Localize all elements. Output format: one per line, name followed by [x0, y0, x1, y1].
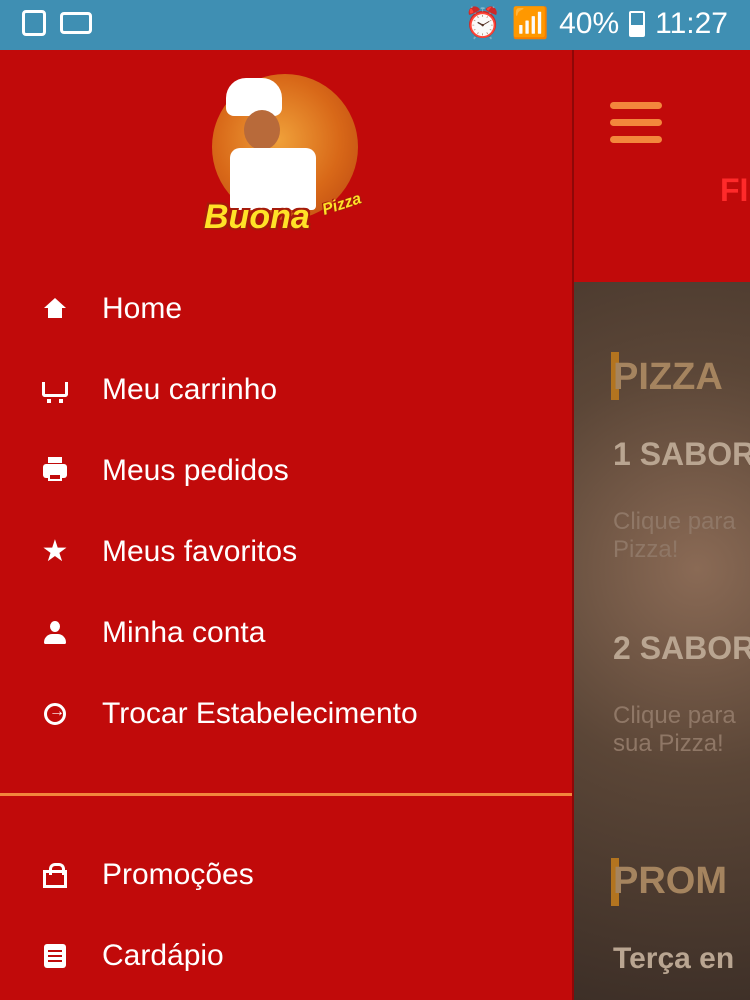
wifi-icon: 📶 — [511, 7, 550, 40]
menu-item-menu[interactable]: Cardápio — [0, 915, 572, 996]
menu-item-cart[interactable]: Meu carrinho — [0, 349, 572, 430]
battery-percent: 40% — [559, 6, 620, 40]
menu-item-label: Meu carrinho — [102, 372, 278, 406]
menu-item-account[interactable]: Minha conta — [0, 592, 572, 673]
section-title-promo: PROM — [613, 860, 727, 902]
menu-item-label: Meus favoritos — [102, 534, 298, 568]
alarm-icon: ⏰ — [464, 7, 502, 40]
hamburger-menu-icon[interactable] — [610, 102, 662, 146]
drawer-divider — [0, 793, 572, 796]
header-title: FI — [720, 172, 749, 208]
logo-text: Buona — [204, 198, 310, 236]
status-bar: ⏰ 📶 40% 11:27 — [0, 0, 750, 50]
option-1-desc: Clique para Pizza! — [613, 508, 736, 563]
bag-icon — [40, 860, 70, 890]
printer-icon — [40, 456, 70, 486]
person-icon — [40, 618, 70, 648]
menu-item-label: Promoções — [102, 857, 254, 891]
image-icon — [22, 10, 46, 36]
menu-item-label: Meus pedidos — [102, 453, 289, 487]
option-2-desc: Clique para sua Pizza! — [613, 702, 736, 757]
section-title-pizza: PIZZA — [613, 356, 723, 398]
exit-icon — [40, 699, 70, 729]
menu-item-switch-store[interactable]: Trocar Estabelecimento — [0, 673, 572, 754]
voicemail-icon — [60, 12, 92, 34]
promo-text: Terça en — [613, 942, 735, 975]
menu-card-icon — [40, 941, 70, 971]
navigation-drawer: Buona Pizza Home Meu carrinho Meus pedid… — [0, 50, 574, 1000]
menu-item-favorites[interactable]: ★ Meus favoritos — [0, 511, 572, 592]
star-icon: ★ — [41, 534, 69, 568]
clock: 11:27 — [655, 6, 728, 40]
menu-item-label: Trocar Estabelecimento — [102, 696, 418, 730]
cart-icon — [40, 375, 70, 405]
home-icon — [40, 294, 70, 324]
battery-icon — [629, 10, 646, 37]
drawer-menu: Home Meu carrinho Meus pedidos ★ Meus fa… — [0, 268, 572, 754]
menu-item-label: Minha conta — [102, 615, 266, 649]
option-1-sabor[interactable]: 1 SABOR — [613, 436, 750, 473]
menu-item-home[interactable]: Home — [0, 268, 572, 349]
menu-item-orders[interactable]: Meus pedidos — [0, 430, 572, 511]
menu-item-label: Home — [102, 291, 183, 325]
option-2-sabor[interactable]: 2 SABOR — [613, 630, 750, 667]
menu-item-label: Cardápio — [102, 938, 224, 972]
menu-item-promotions[interactable]: Promoções — [0, 834, 572, 915]
buona-pizza-logo: Buona Pizza — [204, 70, 374, 240]
drawer-secondary-menu: Promoções Cardápio — [0, 834, 572, 996]
